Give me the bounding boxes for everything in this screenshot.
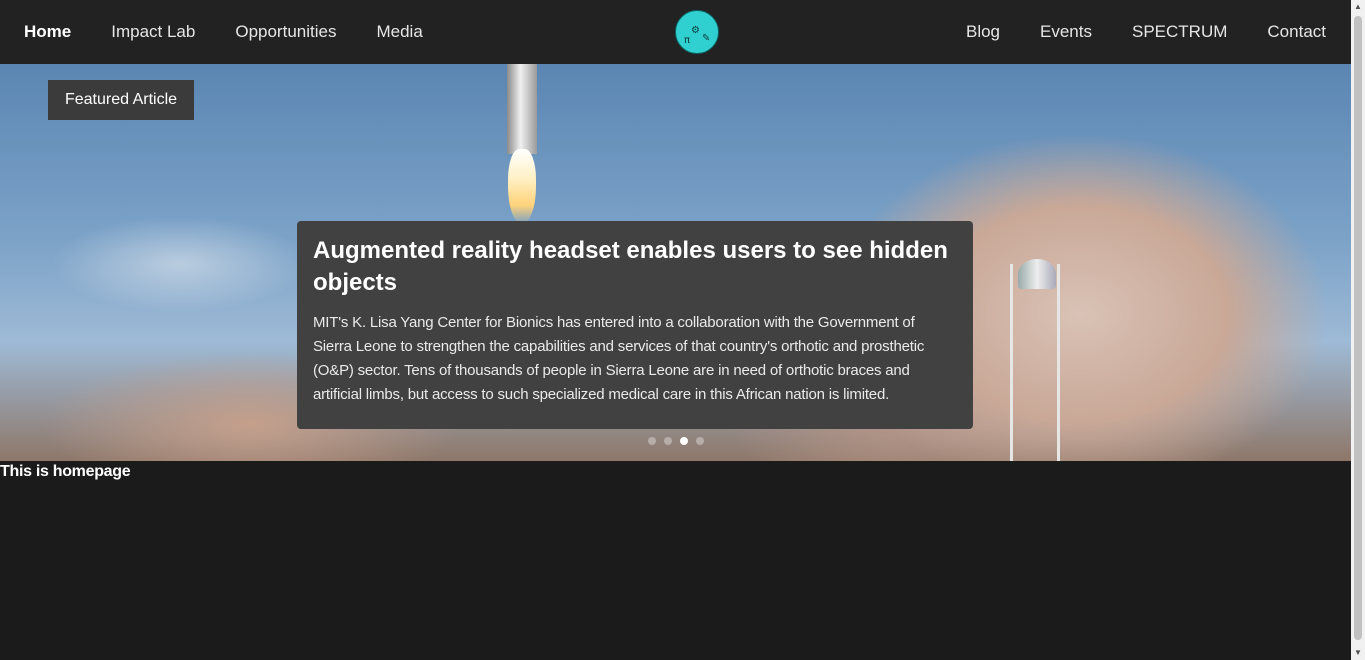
top-nav: Home Impact Lab Opportunities Media ⚙ π … [0,0,1351,64]
featured-article-card[interactable]: Augmented reality headset enables users … [297,221,973,429]
carousel-dot[interactable] [664,437,672,445]
nav-opportunities-link[interactable]: Opportunities [235,22,336,42]
nav-left-group: Home Impact Lab Opportunities Media [24,0,463,64]
nav-media-link[interactable]: Media [376,22,422,42]
scroll-down-arrow-icon[interactable]: ▼ [1351,646,1365,660]
nav-spectrum-link[interactable]: SPECTRUM [1132,22,1227,42]
water-tower-image [1010,264,1060,461]
carousel-dot[interactable] [648,437,656,445]
carousel-dot-active[interactable] [680,437,688,445]
nav-blog-link[interactable]: Blog [966,22,1000,42]
water-tower-tank-image [1018,259,1056,289]
rocket-flame-image [508,149,536,224]
featured-article-tag: Featured Article [48,80,194,120]
carousel-dot[interactable] [696,437,704,445]
scrollbar-thumb[interactable] [1354,16,1362,640]
vertical-scrollbar[interactable]: ▲ ▼ [1351,0,1365,660]
homepage-text: This is homepage [0,463,131,480]
nav-events-link[interactable]: Events [1040,22,1092,42]
rocket-image [507,64,537,154]
article-summary: MIT's K. Lisa Yang Center for Bionics ha… [313,314,925,403]
article-title[interactable]: Augmented reality headset enables users … [313,235,957,299]
nav-contact-link[interactable]: Contact [1267,22,1326,42]
scroll-up-arrow-icon[interactable]: ▲ [1351,0,1365,14]
carousel-dots [648,437,712,445]
club-logo-icon[interactable]: ⚙ π ✎ [675,10,719,54]
nav-right-group: Blog Events SPECTRUM Contact [926,0,1326,64]
nav-impact-lab-link[interactable]: Impact Lab [111,22,195,42]
nav-home-link[interactable]: Home [24,22,71,42]
